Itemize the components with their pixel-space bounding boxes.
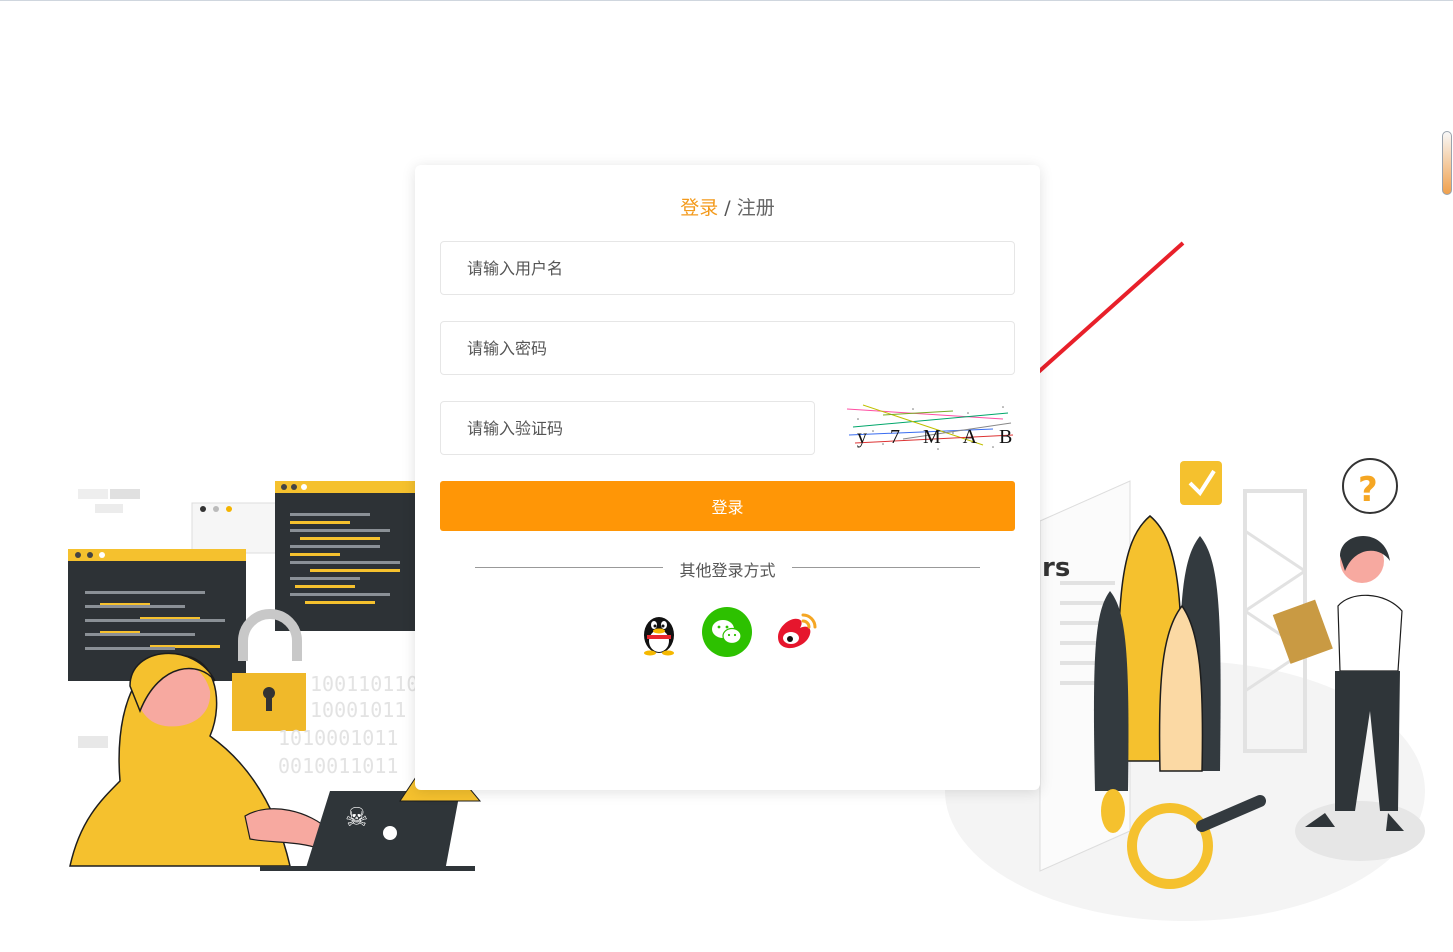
username-field-wrapper: [440, 241, 1015, 295]
captcha-text: y 7 M A B: [857, 426, 1015, 448]
wechat-icon[interactable]: [702, 607, 752, 657]
captcha-image[interactable]: y 7 M A B: [843, 399, 1015, 455]
tab-register[interactable]: 注册: [737, 197, 775, 219]
svg-text:☠: ☠: [345, 803, 368, 833]
svg-text:rs: rs: [1042, 553, 1070, 583]
binary-row: 1010001011: [278, 726, 398, 750]
password-field-wrapper: [440, 321, 1015, 375]
captcha-field-wrapper: [440, 401, 815, 455]
svg-text:?: ?: [1358, 470, 1378, 510]
weibo-icon[interactable]: [770, 607, 820, 657]
username-input[interactable]: [441, 242, 1014, 294]
tab-login[interactable]: 登录: [680, 197, 718, 219]
other-login-label: 其他登录方式: [679, 561, 776, 580]
qq-icon[interactable]: [634, 607, 684, 657]
binary-row: 100110110: [310, 672, 418, 696]
captcha-input[interactable]: [441, 402, 814, 454]
password-input[interactable]: [441, 322, 1014, 374]
page-scrollbar[interactable]: [1442, 131, 1452, 195]
divider-line-right: [792, 567, 980, 568]
tab-separator: /: [724, 197, 731, 219]
auth-tabs: 登录 / 注册: [415, 193, 1040, 220]
login-card: 登录 / 注册 y 7 M A B 登录 其他登录方式: [415, 165, 1040, 790]
other-login-divider: 其他登录方式: [475, 557, 980, 580]
login-button[interactable]: 登录: [440, 481, 1015, 531]
binary-row: 10001011: [310, 698, 406, 722]
binary-row: 0010011011: [278, 754, 398, 778]
